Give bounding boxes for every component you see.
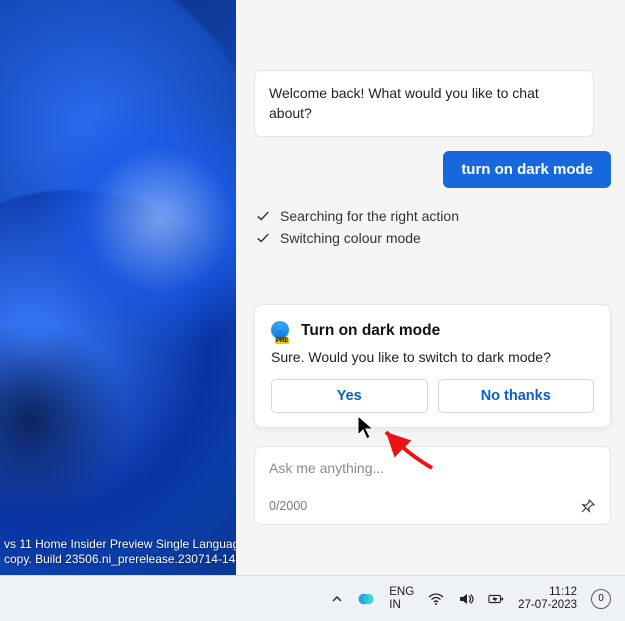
system-tray: ENGIN 11:1227-07-2023 0: [331, 586, 611, 611]
status-text: Searching for the right action: [280, 208, 459, 224]
status-line: Searching for the right action: [256, 208, 611, 224]
compose-box[interactable]: Ask me anything... 0/2000: [254, 446, 611, 525]
action-card-title: Turn on dark mode: [301, 322, 440, 340]
check-icon: [256, 231, 270, 245]
desktop: vs 11 Home Insider Preview Single Langua…: [0, 0, 625, 621]
copilot-icon[interactable]: [357, 590, 375, 608]
user-message: turn on dark mode: [443, 151, 611, 188]
check-icon: [256, 209, 270, 223]
windows-build-watermark: vs 11 Home Insider Preview Single Langua…: [4, 537, 236, 567]
assistant-message: Welcome back! What would you like to cha…: [254, 70, 594, 137]
battery-icon[interactable]: [488, 591, 504, 607]
user-message-text: turn on dark mode: [461, 161, 593, 178]
status-text: Switching colour mode: [280, 230, 421, 246]
action-card: PRE Turn on dark mode Sure. Would you li…: [254, 304, 611, 428]
compose-placeholder: Ask me anything...: [269, 460, 596, 476]
copilot-chat-panel: Welcome back! What would you like to cha…: [236, 0, 625, 575]
assistant-message-text: Welcome back! What would you like to cha…: [269, 85, 539, 121]
notification-badge[interactable]: 0: [591, 589, 611, 609]
no-thanks-button[interactable]: No thanks: [438, 379, 595, 413]
clock[interactable]: 11:1227-07-2023: [518, 586, 577, 611]
action-card-body: Sure. Would you like to switch to dark m…: [271, 349, 594, 365]
taskbar: ENGIN 11:1227-07-2023 0: [0, 575, 625, 621]
char-counter: 0/2000: [269, 499, 307, 513]
tray-overflow-icon[interactable]: [331, 593, 343, 605]
status-line: Switching colour mode: [256, 230, 611, 246]
yes-button[interactable]: Yes: [271, 379, 428, 413]
wifi-icon[interactable]: [428, 591, 444, 607]
language-indicator[interactable]: ENGIN: [389, 586, 414, 610]
pin-icon[interactable]: [580, 498, 596, 514]
volume-icon[interactable]: [458, 591, 474, 607]
bing-pre-icon: PRE: [271, 321, 291, 341]
